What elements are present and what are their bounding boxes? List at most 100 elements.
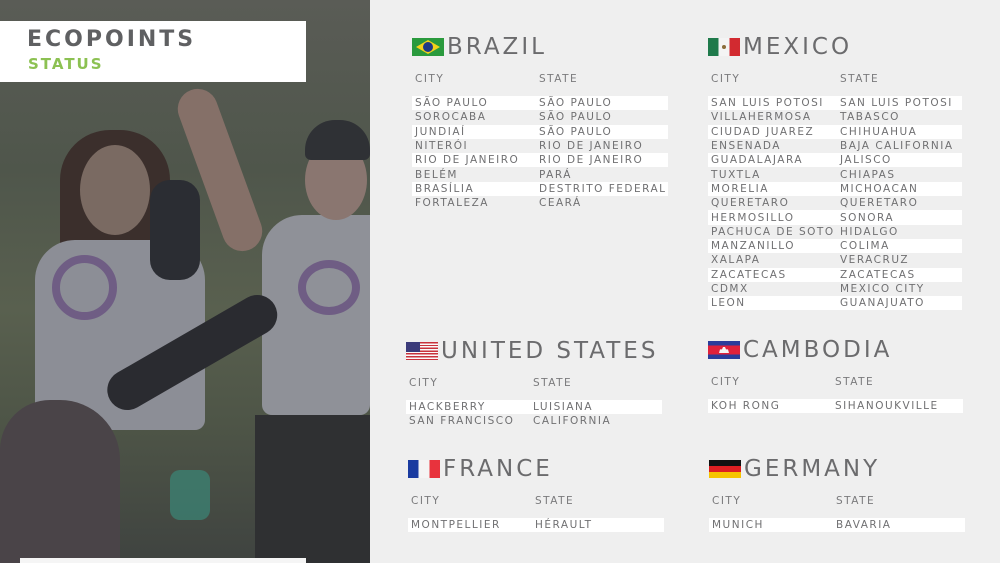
table-row: CIUDAD JUAREZ CHIHUAHUA: [708, 124, 962, 139]
cambodia-flag-icon: [708, 341, 740, 359]
city-cell: KOH RONG: [711, 400, 781, 413]
city-cell: NITERÓI: [415, 140, 469, 153]
photo-detail: [298, 260, 360, 315]
column-header-state: STATE: [835, 376, 875, 388]
city-table: MONTPELLIER HÉRAULT: [408, 518, 664, 533]
city-table: KOH RONG SIHANOUKVILLE: [708, 399, 963, 414]
table-row: MUNICH BAVARIA: [709, 518, 965, 533]
state-cell: JALISCO: [840, 154, 892, 167]
germany-flag-icon: [709, 460, 741, 478]
country-name: MEXICO: [743, 34, 853, 60]
table-row: VILLAHERMOSA TABASCO: [708, 110, 962, 124]
table-row: MONTPELLIER HÉRAULT: [408, 518, 664, 533]
city-cell: GUADALAJARA: [711, 154, 804, 167]
state-cell: SIHANOUKVILLE: [835, 400, 939, 413]
city-cell: SAN FRANCISCO: [409, 415, 515, 428]
table-row: MORELIA MICHOACAN: [708, 181, 962, 197]
column-header-city: CITY: [711, 376, 741, 388]
country-header: UNITED STATES: [406, 338, 662, 364]
city-cell: ENSENADA: [711, 140, 781, 153]
country-section-cambodia: CAMBODIA CITY STATE KOH RONG SIHANOUKVILL…: [708, 337, 963, 414]
city-table: MUNICH BAVARIA: [709, 518, 965, 533]
city-cell: HERMOSILLO: [711, 211, 795, 224]
city-table: HACKBERRY LUISIANA SAN FRANCISCO CALIFORNIA: [406, 400, 662, 429]
column-header-city: CITY: [711, 73, 741, 85]
table-row: PACHUCA DE SOTO HIDALGO: [708, 225, 962, 239]
photo-detail: [262, 215, 370, 415]
country-section-mexico: MEXICO CITY STATE SAN LUIS POTOSI SAN LUI…: [708, 34, 962, 311]
state-cell: MEXICO CITY: [840, 283, 925, 295]
photo-detail: [0, 400, 120, 563]
state-cell: ZACATECAS: [840, 268, 916, 281]
city-cell: MANZANILLO: [711, 240, 796, 253]
state-cell: RIO DE JANEIRO: [539, 154, 644, 167]
country-header: FRANCE: [408, 456, 664, 482]
city-cell: TUXTLA: [711, 168, 761, 181]
table-row: BELÉM PARÁ: [412, 167, 668, 181]
usa-flag-icon: [406, 342, 438, 360]
table-row: TUXTLA CHIAPAS: [708, 167, 962, 181]
country-header: GERMANY: [709, 456, 965, 482]
column-header-city: CITY: [415, 73, 445, 85]
state-cell: SONORA: [840, 211, 895, 224]
city-cell: MORELIA: [711, 182, 769, 195]
column-headers: CITY STATE: [412, 73, 668, 87]
table-row: ENSENADA BAJA CALIFORNIA: [708, 139, 962, 153]
city-cell: MONTPELLIER: [411, 519, 501, 532]
city-cell: MUNICH: [712, 519, 764, 532]
state-cell: BAJA CALIFORNIA: [840, 140, 954, 153]
state-cell: TABASCO: [840, 111, 900, 124]
city-cell: CIUDAD JUAREZ: [711, 125, 815, 138]
column-header-city: CITY: [712, 495, 742, 507]
photo-detail: [150, 180, 200, 280]
city-cell: SÃO PAULO: [415, 97, 489, 110]
column-header-city: CITY: [409, 377, 439, 389]
state-cell: SAN LUIS POTOSI: [840, 97, 953, 110]
city-cell: QUERETARO: [711, 197, 790, 210]
table-row: BRASÍLIA DESTRITO FEDERAL: [412, 181, 668, 197]
state-cell: RIO DE JANEIRO: [539, 140, 644, 153]
hero-photo: [0, 0, 370, 563]
table-row: SAN LUIS POTOSI SAN LUIS POTOSI: [708, 96, 962, 111]
city-cell: BRASÍLIA: [415, 182, 475, 195]
state-cell: CALIFORNIA: [533, 415, 612, 428]
bottom-bar: [20, 558, 306, 563]
country-section-germany: GERMANY CITY STATE MUNICH BAVARIA: [709, 456, 965, 533]
city-cell: HACKBERRY: [409, 401, 486, 414]
country-name: GERMANY: [744, 456, 881, 482]
photo-detail: [52, 255, 117, 320]
column-header-city: CITY: [411, 495, 441, 507]
table-row: CDMX MEXICO CITY: [708, 282, 962, 296]
table-row: ZACATECAS ZACATECAS: [708, 267, 962, 282]
table-row: NITERÓI RIO DE JANEIRO: [412, 139, 668, 153]
country-section-france: FRANCE CITY STATE MONTPELLIER HÉRAULT: [408, 456, 664, 533]
table-row: JUNDIAÍ SÃO PAULO: [412, 124, 668, 139]
state-cell: SÃO PAULO: [539, 111, 613, 124]
country-name: BRAZIL: [447, 34, 547, 60]
page-title: ECOPOINTS: [27, 27, 197, 52]
country-name: FRANCE: [443, 456, 553, 482]
table-row: HACKBERRY LUISIANA: [406, 400, 662, 415]
city-cell: LEON: [711, 297, 746, 310]
city-cell: SOROCABA: [415, 111, 487, 124]
column-header-state: STATE: [840, 73, 880, 85]
photo-detail: [170, 470, 210, 520]
country-name: UNITED STATES: [441, 338, 659, 364]
country-section-brazil: BRAZIL CITY STATE SÃO PAULO SÃO PAULO SORO…: [412, 34, 668, 210]
city-cell: RIO DE JANEIRO: [415, 154, 520, 167]
state-cell: HÉRAULT: [535, 519, 593, 532]
column-headers: CITY STATE: [408, 495, 664, 509]
table-row: SAN FRANCISCO CALIFORNIA: [406, 414, 662, 428]
column-header-state: STATE: [533, 377, 573, 389]
state-cell: COLIMA: [840, 240, 890, 253]
france-flag-icon: [408, 460, 440, 478]
city-cell: VILLAHERMOSA: [711, 111, 812, 124]
column-header-state: STATE: [539, 73, 579, 85]
photo-detail: [305, 120, 370, 160]
table-row: RIO DE JANEIRO RIO DE JANEIRO: [412, 153, 668, 168]
state-cell: CHIHUAHUA: [840, 125, 918, 138]
country-header: BRAZIL: [412, 34, 668, 60]
page-subtitle: STATUS: [28, 55, 104, 73]
city-table: SÃO PAULO SÃO PAULO SOROCABA SÃO PAULO JUNDI…: [412, 96, 668, 210]
state-cell: BAVARIA: [836, 519, 892, 532]
